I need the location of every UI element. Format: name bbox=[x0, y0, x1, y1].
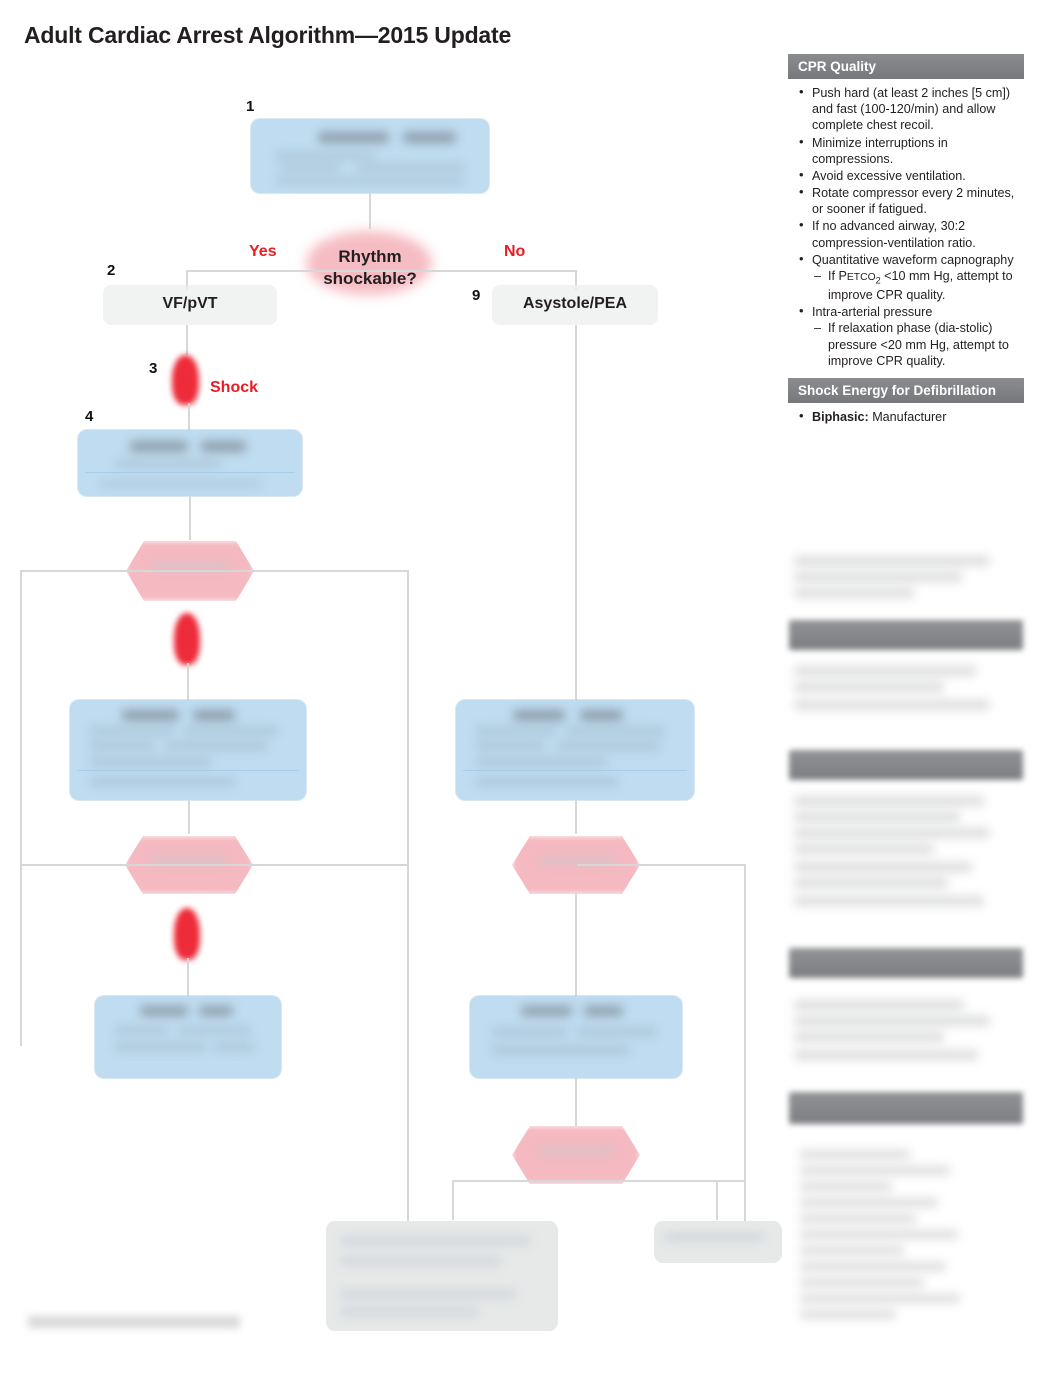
decision-rhythm-shockable-label: Rhythm shockable? bbox=[300, 246, 440, 290]
connector-decision7-right bbox=[190, 864, 408, 866]
cpr-item-rotate-compressor: Rotate compressor every 2 minutes, or so… bbox=[799, 184, 1016, 217]
decision-yes-label: Yes bbox=[249, 243, 277, 260]
flow-box-12[interactable] bbox=[470, 996, 682, 1078]
connector-box12-to-decision13 bbox=[575, 1078, 577, 1126]
loop-rail-far-right bbox=[744, 864, 746, 1222]
flow-box-9-label: Asystole/PEA bbox=[522, 295, 628, 312]
shock-arrow-icon-2 bbox=[174, 613, 200, 665]
connector-decision13-down-right bbox=[716, 1180, 718, 1220]
connector-shock-to-box4 bbox=[188, 403, 190, 431]
decision-13-label bbox=[540, 1146, 614, 1155]
sidebar-body-shock-energy: Biphasic: Manufacturer bbox=[788, 403, 1024, 430]
connector-decision13-right bbox=[577, 1180, 745, 1182]
footer-copyright bbox=[28, 1316, 240, 1328]
sidebar-heading-shock-energy: Shock Energy for Defibrillation bbox=[788, 377, 1024, 403]
connector-decision5-left bbox=[20, 570, 190, 572]
cpr-item-push-hard: Push hard (at least 2 inches [5 cm]) and… bbox=[799, 84, 1016, 134]
shock-arrow-icon bbox=[172, 355, 199, 405]
cpr-item-avoid-ventilation: Avoid excessive ventilation. bbox=[799, 167, 1016, 184]
cpr-item-capnography-label: Quantitative waveform capnography bbox=[812, 252, 1014, 267]
shock-item-biphasic: Biphasic: Manufacturer bbox=[799, 408, 1016, 425]
cpr-item-capnography: Quantitative waveform capnography If PET… bbox=[799, 251, 1016, 304]
connector-shock3-to-box8 bbox=[187, 958, 189, 996]
flow-box-bottom-right[interactable] bbox=[654, 1221, 782, 1263]
shock-item-biphasic-label: Biphasic: bbox=[812, 409, 869, 424]
cpr-item-intra-arterial: Intra-arterial pressure If relaxation ph… bbox=[799, 303, 1016, 369]
page-title: Adult Cardiac Arrest Algorithm—2015 Upda… bbox=[24, 22, 512, 48]
sidebar-body-cpr-quality: Push hard (at least 2 inches [5 cm]) and… bbox=[788, 79, 1024, 374]
connector-box6-to-decision7 bbox=[188, 800, 190, 834]
connector-decision13-down-left bbox=[452, 1180, 454, 1220]
sidebar: CPR Quality Push hard (at least 2 inches… bbox=[788, 54, 1024, 1339]
connector-decision7-left bbox=[20, 864, 190, 866]
connector-box9-to-box10 bbox=[575, 325, 577, 700]
flow-box-8[interactable] bbox=[95, 996, 281, 1078]
connector-box1-to-decision bbox=[369, 193, 371, 229]
step-number-2: 2 bbox=[107, 262, 116, 279]
sidebar-heading-blurred-4 bbox=[789, 750, 1023, 780]
algorithm-page: Adult Cardiac Arrest Algorithm—2015 Upda… bbox=[0, 0, 1062, 1385]
cpr-item-minimize-interruptions: Minimize interruptions in compressions. bbox=[799, 134, 1016, 167]
connector-decision11-to-box12 bbox=[575, 892, 577, 996]
connector-decision-left bbox=[186, 270, 372, 272]
shock-item-biphasic-text: Manufacturer bbox=[872, 409, 947, 424]
sidebar-heading-blurred-3 bbox=[789, 620, 1023, 650]
step-number-9: 9 bbox=[472, 287, 481, 304]
connector-box4-to-decision5 bbox=[189, 496, 191, 540]
step-number-1: 1 bbox=[246, 98, 255, 115]
connector-decision5-right bbox=[190, 570, 408, 572]
connector-decision-right bbox=[369, 270, 576, 272]
sidebar-heading-blurred-6 bbox=[789, 1092, 1023, 1124]
flow-box-10[interactable] bbox=[456, 700, 694, 800]
flow-box-4[interactable] bbox=[78, 430, 302, 496]
flow-box-1[interactable] bbox=[251, 119, 489, 193]
step-number-4: 4 bbox=[85, 408, 94, 425]
connector-decision13-left bbox=[452, 1180, 576, 1182]
connector-box10-to-decision11 bbox=[575, 800, 577, 834]
flow-box-2-label: VF/pVT bbox=[162, 295, 218, 312]
decision-line-1: Rhythm bbox=[338, 247, 402, 266]
flow-box-6[interactable] bbox=[70, 700, 306, 800]
decision-13-shape[interactable] bbox=[512, 1126, 640, 1184]
cpr-item-no-advanced-airway: If no advanced airway, 30:2 compression-… bbox=[799, 217, 1016, 250]
loop-rail-right bbox=[407, 570, 409, 1270]
shock-arrow-icon-3 bbox=[174, 908, 200, 960]
loop-rail-left bbox=[20, 570, 22, 1046]
cpr-item-intra-arterial-label: Intra-arterial pressure bbox=[812, 305, 933, 320]
flow-box-bottom-left[interactable] bbox=[326, 1221, 558, 1331]
cpr-subitem-relaxation-phase: If relaxation phase (dia-stolic) pressur… bbox=[814, 320, 1016, 369]
sidebar-heading-blurred-5 bbox=[789, 948, 1023, 978]
sidebar-heading-cpr-quality: CPR Quality bbox=[788, 54, 1024, 79]
decision-no-label: No bbox=[504, 243, 526, 260]
step-number-3: 3 bbox=[149, 360, 158, 377]
shock-label: Shock bbox=[210, 379, 259, 396]
connector-decision11-right bbox=[577, 864, 745, 866]
connector-shock2-to-box6 bbox=[187, 663, 189, 701]
cpr-subitem-petco2: If PETCO2 <10 mm Hg, attempt to improve … bbox=[814, 268, 1016, 303]
connector-box2-to-shock bbox=[186, 325, 188, 355]
